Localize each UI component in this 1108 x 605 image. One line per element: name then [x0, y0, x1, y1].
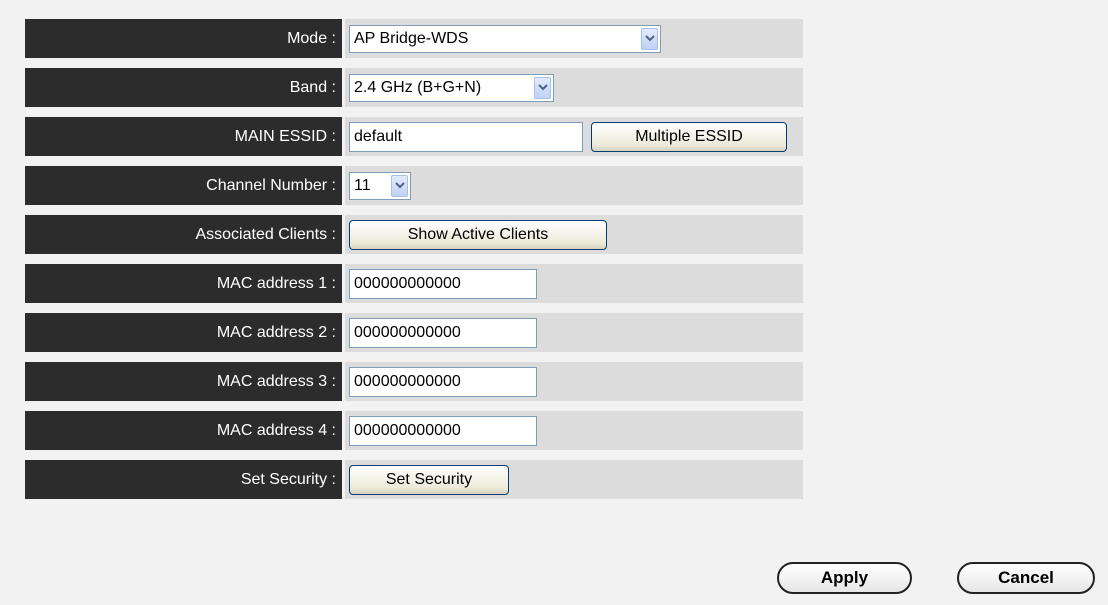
band-select[interactable]: 2.4 GHz (B+G+N) — [349, 73, 554, 102]
chevron-down-icon[interactable] — [391, 174, 408, 197]
channel-select-value: 11 — [354, 176, 371, 194]
mac1-row: MAC address 1 : — [25, 264, 803, 303]
clients-row: Associated Clients : Show Active Clients — [25, 215, 803, 254]
apply-button[interactable]: Apply — [777, 562, 912, 594]
mode-select[interactable]: AP Bridge-WDS — [349, 24, 661, 53]
wireless-settings-form: Mode : AP Bridge-WDS Band : 2.4 GHz (B+G… — [25, 19, 803, 509]
band-select-value: 2.4 GHz (B+G+N) — [354, 78, 482, 96]
mac2-label: MAC address 2 : — [25, 313, 342, 352]
mac1-label: MAC address 1 : — [25, 264, 342, 303]
chevron-down-icon[interactable] — [534, 76, 551, 99]
multiple-essid-button[interactable]: Multiple ESSID — [591, 121, 787, 152]
channel-row: Channel Number : 11 — [25, 166, 803, 205]
mode-select-value: AP Bridge-WDS — [354, 29, 469, 47]
security-label: Set Security : — [25, 460, 342, 499]
mac4-label: MAC address 4 : — [25, 411, 342, 450]
mac4-row: MAC address 4 : — [25, 411, 803, 450]
essid-label: MAIN ESSID : — [25, 117, 342, 156]
mac2-input[interactable] — [349, 317, 537, 348]
mac4-input[interactable] — [349, 415, 537, 446]
mac3-label: MAC address 3 : — [25, 362, 342, 401]
mac2-row: MAC address 2 : — [25, 313, 803, 352]
channel-select[interactable]: 11 — [349, 171, 411, 200]
band-row: Band : 2.4 GHz (B+G+N) — [25, 68, 803, 107]
cancel-button[interactable]: Cancel — [957, 562, 1095, 594]
channel-label: Channel Number : — [25, 166, 342, 205]
mac3-input[interactable] — [349, 366, 537, 397]
essid-row: MAIN ESSID : Multiple ESSID — [25, 117, 803, 156]
set-security-button[interactable]: Set Security — [349, 464, 509, 495]
mode-label: Mode : — [25, 19, 342, 58]
chevron-down-icon[interactable] — [641, 27, 658, 50]
mac3-row: MAC address 3 : — [25, 362, 803, 401]
essid-input[interactable] — [349, 121, 583, 152]
security-row: Set Security : Set Security — [25, 460, 803, 499]
clients-label: Associated Clients : — [25, 215, 342, 254]
mode-row: Mode : AP Bridge-WDS — [25, 19, 803, 58]
show-active-clients-button[interactable]: Show Active Clients — [349, 219, 607, 250]
band-label: Band : — [25, 68, 342, 107]
mac1-input[interactable] — [349, 268, 537, 299]
